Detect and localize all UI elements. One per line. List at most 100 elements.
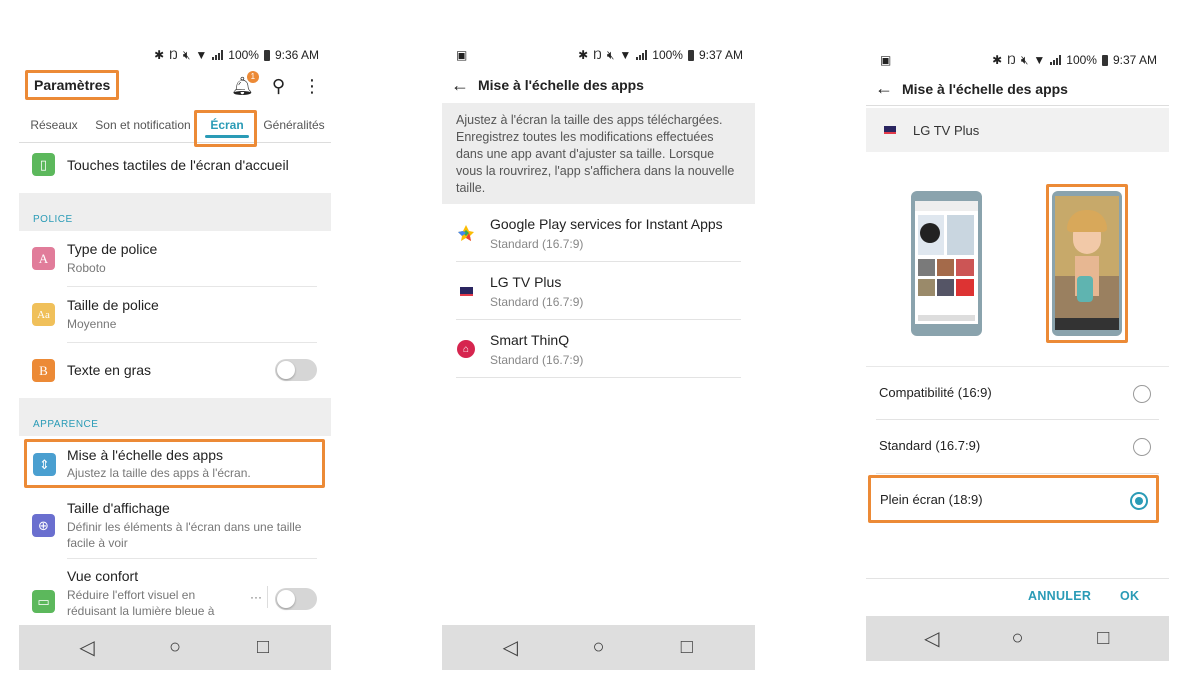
row-value: facile à voir — [67, 536, 128, 550]
mute-icon: 🔇︎ — [606, 47, 615, 62]
back-arrow-icon[interactable]: ← — [866, 78, 902, 99]
battery-icon — [263, 49, 270, 61]
app-setting: Standard (16.7:9) — [490, 353, 584, 367]
home-nav-icon[interactable]: ○ — [579, 636, 619, 659]
app-item-lg-tv-plus[interactable]: LG TV Plus Standard (16.7:9) — [442, 262, 755, 320]
section-apparence: APPARENCE — [19, 398, 331, 436]
preview-fullscreen-phone — [1052, 191, 1122, 336]
row-value: Moyenne — [67, 317, 117, 331]
row-vue-confort[interactable]: ▭ Vue confort Réduire l'effort visuel en… — [19, 560, 331, 625]
option-label: Compatibilité (16:9) — [879, 385, 992, 400]
gallery-icon: ▣ — [880, 53, 892, 67]
option-label: Plein écran (18:9) — [880, 492, 983, 507]
tab-generalites[interactable]: Généralités — [257, 107, 331, 142]
tab-reseaux[interactable]: Réseaux — [19, 107, 89, 142]
home-nav-icon[interactable]: ○ — [998, 627, 1038, 650]
wifi-icon: ▼ — [619, 48, 632, 62]
comfort-view-toggle[interactable] — [275, 588, 317, 610]
bluetooth-icon: ✱ — [154, 48, 165, 62]
battery-percent: 100% — [228, 48, 259, 62]
app-bar: ← Mise à l'échelle des apps — [442, 68, 755, 102]
mute-icon: 🔇︎ — [1020, 52, 1029, 67]
preview-compat-phone — [911, 191, 982, 336]
more-vert-icon[interactable]: ⋮ — [303, 76, 321, 97]
row-type-police[interactable]: A Type de police Roboto — [19, 233, 331, 288]
back-nav-icon[interactable]: ◁ — [912, 626, 952, 651]
app-scaling-detail-screen: ▣ ✱ Ŋ 🔇︎ ▼ 100% 9:37 AM ← Mise à l'échel… — [866, 45, 1169, 661]
divider — [456, 377, 741, 378]
row-label: Touches tactiles de l'écran d'accueil — [67, 157, 289, 173]
app-bar: ← Mise à l'échelle des apps — [866, 72, 1169, 106]
row-taille-police[interactable]: Aa Taille de police Moyenne — [19, 289, 331, 344]
bold-text-toggle[interactable] — [275, 359, 317, 381]
app-name: LG TV Plus — [913, 122, 980, 138]
divider — [67, 558, 317, 559]
search-icon[interactable]: ⚲ — [272, 76, 285, 97]
back-nav-icon[interactable]: ◁ — [67, 635, 107, 660]
row-value: réduisant la lumière bleue à — [67, 604, 215, 618]
status-time: 9:37 AM — [1112, 53, 1157, 67]
font-type-icon: A — [32, 247, 55, 270]
ok-button[interactable]: OK — [1120, 589, 1139, 603]
signal-icon — [212, 50, 224, 60]
option-compatibilite[interactable]: Compatibilité (16:9) — [866, 366, 1169, 420]
option-standard[interactable]: Standard (16.7:9) — [866, 420, 1169, 474]
dialog-buttons: ANNULER OK — [866, 578, 1169, 616]
row-label: Texte en gras — [67, 362, 152, 378]
navigation-bar: ◁ ○ □ — [866, 616, 1169, 661]
recents-nav-icon[interactable]: □ — [667, 636, 707, 659]
bluetooth-icon: ✱ — [578, 48, 589, 62]
radio-button-selected[interactable] — [1130, 492, 1148, 510]
app-scaling-icon: ⇕ — [33, 453, 56, 476]
option-plein-ecran[interactable]: Plein écran (18:9) — [868, 475, 1159, 523]
row-taille-affichage[interactable]: ⊕ Taille d'affichage Définir les élément… — [19, 492, 331, 558]
recents-nav-icon[interactable]: □ — [1083, 627, 1123, 650]
back-nav-icon[interactable]: ◁ — [490, 635, 530, 660]
divider — [67, 286, 317, 287]
more-options-icon[interactable]: ··· — [250, 590, 262, 604]
app-item-smart-thinq[interactable]: ⌂ Smart ThinQ Standard (16.7:9) — [442, 320, 755, 378]
signal-icon — [636, 50, 648, 60]
row-value: Roboto — [67, 261, 106, 275]
battery-percent: 100% — [652, 48, 683, 62]
status-bar: ✱ Ŋ 🔇︎ ▼ 100% 9:37 AM — [992, 45, 1157, 75]
tab-highlight — [194, 110, 257, 147]
divider — [876, 473, 1159, 474]
page-title: Mise à l'échelle des apps — [902, 80, 1068, 97]
home-nav-icon[interactable]: ○ — [155, 636, 195, 659]
cancel-button[interactable]: ANNULER — [1028, 589, 1091, 603]
app-setting: Standard (16.7:9) — [490, 295, 584, 309]
tab-bar: Réseaux Son et notification Écran Généra… — [19, 107, 331, 143]
app-item-google-play[interactable]: Google Play services for Instant Apps St… — [442, 204, 755, 262]
toolbar-actions: 🔔︎ 1 ⚲ ⋮ — [231, 70, 321, 100]
battery-icon — [1101, 54, 1108, 66]
battery-percent: 100% — [1066, 53, 1097, 67]
row-mise-echelle-apps[interactable]: ⇕ Mise à l'échelle des apps Ajustez la t… — [24, 439, 325, 488]
notification-bell-icon[interactable]: 🔔︎ 1 — [231, 70, 259, 97]
row-touches-tactiles[interactable]: ▯ Touches tactiles de l'écran d'accueil — [19, 148, 331, 193]
back-arrow-icon[interactable]: ← — [442, 75, 478, 96]
bluetooth-icon: ✱ — [992, 53, 1003, 67]
row-value: Ajustez la taille des apps à l'écran. — [67, 466, 251, 480]
row-label: Type de police — [67, 241, 158, 257]
wifi-icon: ▼ — [1033, 53, 1046, 67]
row-value: Réduire l'effort visuel en — [67, 588, 196, 602]
radio-button[interactable] — [1133, 385, 1151, 403]
status-time: 9:36 AM — [274, 48, 319, 62]
recents-nav-icon[interactable]: □ — [243, 636, 283, 659]
row-label: Mise à l'échelle des apps — [67, 447, 223, 463]
smart-thinq-icon: ⌂ — [457, 340, 475, 358]
display-size-icon: ⊕ — [32, 514, 55, 537]
tab-son-notification[interactable]: Son et notification — [89, 107, 197, 142]
section-police: POLICE — [19, 193, 331, 231]
page-title: Paramètres — [25, 70, 120, 100]
app-name: Smart ThinQ — [490, 332, 570, 348]
description-text: Ajustez à l'écran la taille des apps tél… — [442, 103, 755, 204]
app-scaling-list-screen: ▣ ✱ Ŋ 🔇︎ ▼ 100% 9:37 AM ← Mise à l'échel… — [442, 40, 755, 670]
status-time: 9:37 AM — [698, 48, 743, 62]
app-name: Google Play services for Instant Apps — [490, 216, 723, 232]
row-texte-gras[interactable]: B Texte en gras — [19, 345, 331, 397]
radio-button[interactable] — [1133, 438, 1151, 456]
option-label: Standard (16.7:9) — [879, 438, 981, 453]
section-label: APPARENCE — [33, 419, 99, 430]
